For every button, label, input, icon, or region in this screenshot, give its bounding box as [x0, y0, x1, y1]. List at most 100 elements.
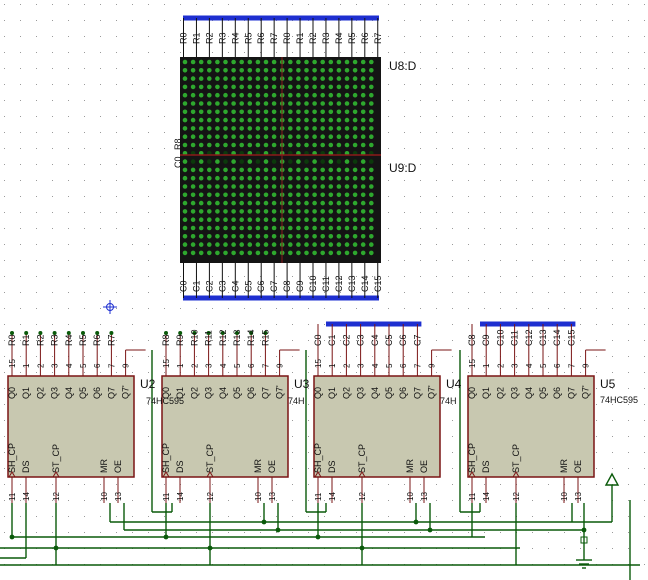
grid-dot	[212, 516, 213, 517]
matrix-led	[255, 92, 261, 98]
matrix-led	[288, 84, 293, 90]
grid-dot	[228, 532, 229, 533]
matrix-led	[247, 167, 253, 173]
grid-dot	[628, 100, 629, 101]
chip-pin-name: Q5	[78, 387, 88, 399]
matrix-led	[352, 59, 358, 65]
grid-dot	[84, 116, 85, 117]
matrix-led	[215, 200, 220, 206]
matrix-led	[271, 225, 277, 231]
grid-dot	[228, 292, 229, 293]
grid-dot	[36, 180, 37, 181]
matrix-led	[198, 167, 204, 173]
chip-top-pin-number: 2	[36, 363, 45, 368]
matrix-led	[369, 84, 374, 90]
matrix-led	[263, 76, 269, 81]
grid-dot	[468, 68, 469, 69]
matrix-led	[304, 217, 309, 222]
grid-dot	[468, 116, 469, 117]
grid-dot	[580, 356, 581, 357]
matrix-led	[288, 92, 293, 98]
matrix-led	[207, 234, 212, 239]
grid-dot	[420, 228, 421, 229]
matrix-top-pin-label: R2	[308, 32, 318, 44]
grid-dot	[516, 132, 517, 133]
grid-dot	[116, 292, 117, 293]
grid-dot	[132, 484, 133, 485]
grid-dot	[4, 484, 5, 485]
schematic-canvas[interactable]: R0 R1 R2 R3 R4 R5 R6 R7 R0 R1 R2 R3 R4 R5 R6 R7C0 C1 C2 C3…	[0, 0, 648, 580]
junction-dot	[207, 545, 213, 551]
grid-dot	[244, 500, 245, 501]
matrix-led	[312, 167, 317, 173]
chip-u2[interactable]: 15 1 2 3 4 5 6 7 9R0 R1 R2 R3 R4 R5 R6 R7Q0 Q1 Q2 Q3 Q4 Q5 Q6…	[7, 331, 156, 503]
matrix-led	[182, 68, 188, 73]
matrix-led	[288, 142, 293, 148]
matrix-led	[296, 167, 301, 173]
grid-dot	[628, 468, 629, 469]
matrix-led	[344, 217, 350, 222]
matrix-led	[198, 134, 204, 139]
matrix-led	[263, 200, 269, 206]
grid-dot	[292, 292, 293, 293]
chip-ref: U2	[140, 377, 156, 391]
grid-dot	[500, 196, 501, 197]
grid-dot	[564, 532, 565, 533]
led-matrix[interactable]: R0 R1 R2 R3 R4 R5 R6 R7 R0 R1 R2 R3 R4 R5 R6 R7C0 C1 C2 C3…	[173, 15, 417, 301]
matrix-led	[271, 117, 277, 123]
grid-dot	[132, 164, 133, 165]
grid-dot	[564, 116, 565, 117]
matrix-led	[215, 117, 220, 123]
grid-dot	[468, 356, 469, 357]
matrix-led	[344, 175, 350, 181]
grid-dot	[340, 484, 341, 485]
grid-dot	[356, 532, 357, 533]
chip-top-pin-number: 7	[261, 363, 270, 368]
matrix-led	[247, 242, 253, 247]
matrix-led	[288, 242, 293, 247]
chip-u3[interactable]: 15 1 2 3 4 5 6 7 9R8 R9 R10 R11 R12 R13 R14 R15Q0 Q1 Q2 Q3…	[161, 329, 310, 503]
grid-dot	[148, 372, 149, 373]
grid-dot	[532, 308, 533, 309]
grid-dot	[148, 164, 149, 165]
grid-dot	[84, 212, 85, 213]
matrix-mid-label: R8	[173, 138, 183, 150]
grid-dot	[52, 532, 53, 533]
chip-u4[interactable]: 15 1 2 3 4 5 6 7 9C0 C1 C2 C3 C4 C5 C6 C7Q0 Q1 Q2 Q3 Q4 Q5 Q6…	[313, 321, 462, 503]
chip-bottom-pin-number: 12	[512, 492, 521, 501]
grid-dot	[4, 308, 5, 309]
grid-dot	[580, 276, 581, 277]
grid-dot	[164, 196, 165, 197]
matrix-led	[255, 167, 261, 173]
chip-bus-dot	[164, 331, 168, 335]
matrix-led	[255, 192, 261, 198]
grid-dot	[468, 148, 469, 149]
grid-dot	[4, 324, 5, 325]
matrix-led	[239, 59, 244, 65]
grid-dot	[644, 20, 645, 21]
chip-bottom-pin-number: 14	[176, 492, 185, 501]
grid-dot	[36, 100, 37, 101]
junction-dot	[359, 545, 365, 551]
grid-dot	[420, 132, 421, 133]
grid-dot	[484, 212, 485, 213]
grid-dot	[148, 36, 149, 37]
matrix-led	[239, 134, 244, 139]
chip-pin-name: Q6	[92, 387, 102, 399]
matrix-led	[247, 175, 253, 181]
matrix-led	[296, 101, 301, 106]
matrix-led	[328, 234, 334, 239]
matrix-led	[304, 159, 309, 164]
matrix-led	[223, 250, 228, 256]
grid-dot	[532, 260, 533, 261]
grid-dot	[340, 500, 341, 501]
matrix-led	[344, 184, 350, 189]
grid-dot	[212, 4, 213, 5]
grid-dot	[628, 164, 629, 165]
grid-dot	[164, 532, 165, 533]
chip-pin-name: Q7'	[427, 385, 437, 399]
grid-dot	[532, 164, 533, 165]
matrix-led	[255, 159, 261, 164]
shift-register-chips[interactable]: 15 1 2 3 4 5 6 7 9R0 R1 R2 R3 R4 R5 R6 R7Q0 Q1 Q2 Q3 Q4 Q5 Q6…	[7, 321, 638, 503]
chip-top-pin-number: 7	[107, 363, 116, 368]
